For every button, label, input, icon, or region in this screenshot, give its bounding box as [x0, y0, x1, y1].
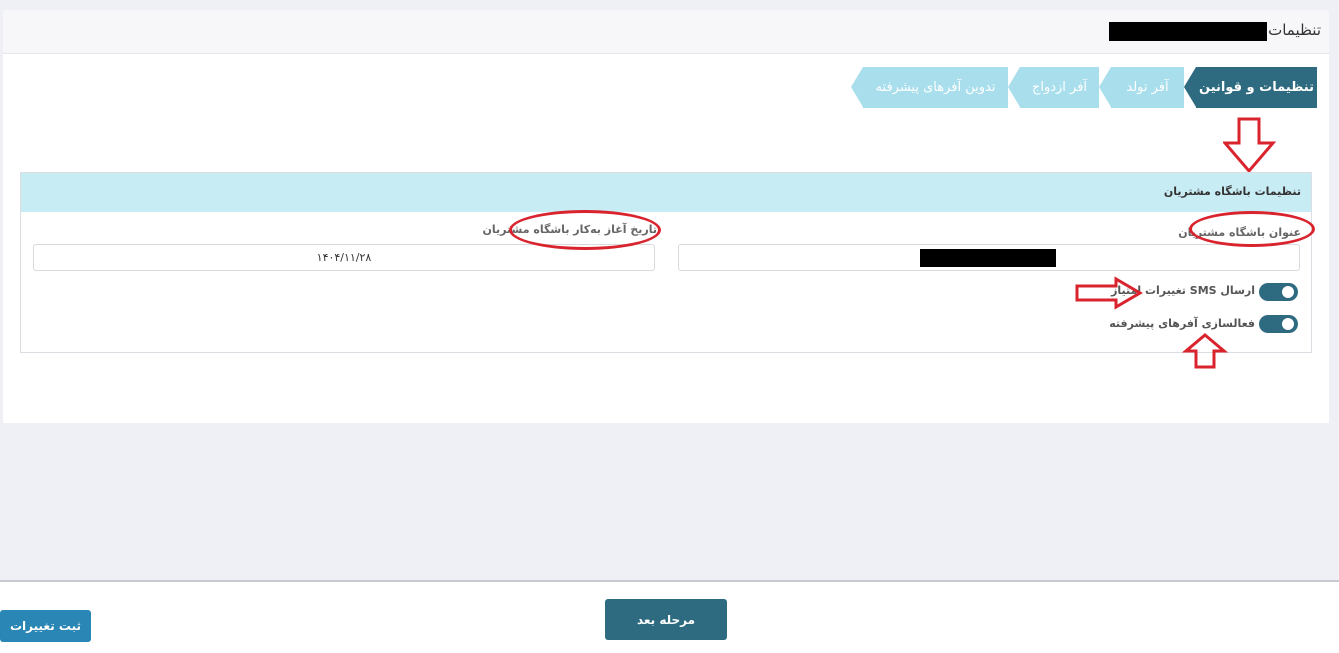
annotation-ellipse-start-date — [509, 210, 661, 250]
footer-bar: مرحله بعد ثبت تغییرات — [0, 580, 1339, 653]
step-label: آفر ازدواج — [1031, 80, 1088, 95]
step-label: تنظیمات و قوانین — [1199, 80, 1314, 95]
step-marriage-offer-arrow — [1008, 67, 1020, 107]
advanced-offers-toggle[interactable] — [1259, 315, 1298, 333]
step-settings-rules-arrow — [1184, 67, 1196, 107]
step-advanced-offers[interactable]: تدوین آفرهای پیشرفته — [863, 67, 1008, 108]
card-header: تنظیمات — [3, 10, 1329, 54]
toggle-knob — [1282, 318, 1294, 330]
advanced-offers-toggle-label: فعالسازی آفرهای پیشرفته — [1109, 317, 1255, 330]
step-marriage-offer[interactable]: آفر ازدواج — [1020, 67, 1099, 108]
step-label: تدوین آفرهای پیشرفته — [875, 80, 996, 95]
club-settings-panel: تنظیمات باشگاه مشتریان عنوان باشگاه مشتر… — [20, 172, 1312, 353]
step-birthday-offer[interactable]: آفر تولد — [1111, 67, 1184, 108]
settings-card: تنظیمات تنظیمات و قوانین آفر تولد آفر از… — [3, 10, 1329, 423]
redacted-title-block — [1109, 22, 1267, 41]
annotation-down-arrow-icon — [1223, 117, 1277, 174]
step-settings-rules[interactable]: تنظیمات و قوانین — [1196, 67, 1317, 108]
step-birthday-offer-arrow — [1099, 67, 1111, 107]
start-date-value: ۱۴۰۴/۱۱/۲۸ — [316, 251, 372, 264]
toggle-knob — [1282, 286, 1294, 298]
sms-points-toggle[interactable] — [1259, 283, 1298, 301]
next-step-button[interactable]: مرحله بعد — [605, 599, 727, 640]
step-advanced-offers-arrow — [851, 67, 863, 107]
panel-header: تنظیمات باشگاه مشتریان — [21, 173, 1311, 212]
step-label: آفر تولد — [1126, 80, 1169, 95]
panel-title: تنظیمات باشگاه مشتریان — [1163, 185, 1301, 198]
club-name-input[interactable] — [678, 244, 1300, 271]
annotation-right-arrow-icon — [1075, 276, 1143, 310]
page-title: تنظیمات — [1268, 21, 1321, 39]
save-changes-button[interactable]: ثبت تغییرات — [0, 610, 91, 642]
annotation-ellipse-club-name — [1189, 211, 1315, 247]
annotation-up-arrow-icon — [1182, 333, 1228, 369]
redacted-club-name — [920, 249, 1056, 267]
